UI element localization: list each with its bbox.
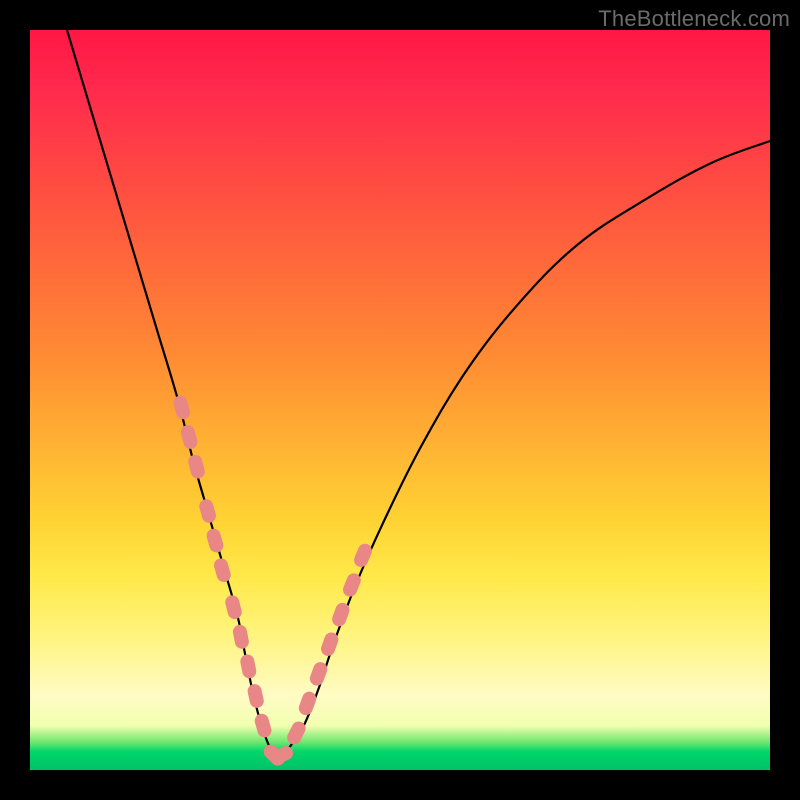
plot-area xyxy=(30,30,770,770)
bead xyxy=(172,394,192,421)
chart-frame: TheBottleneck.com xyxy=(0,0,800,800)
bead xyxy=(224,594,243,621)
bead xyxy=(187,453,207,480)
bead xyxy=(205,527,225,554)
bead xyxy=(246,683,265,709)
bead xyxy=(253,712,273,739)
bead xyxy=(179,424,199,451)
bottleneck-curve xyxy=(67,30,770,757)
bead xyxy=(212,557,232,584)
bead xyxy=(198,498,218,525)
bead xyxy=(297,690,318,717)
bead xyxy=(239,653,257,679)
bead-group xyxy=(172,394,374,769)
watermark-text: TheBottleneck.com xyxy=(598,6,790,32)
bead xyxy=(352,542,374,570)
curve-svg xyxy=(30,30,770,770)
bead xyxy=(232,624,250,650)
